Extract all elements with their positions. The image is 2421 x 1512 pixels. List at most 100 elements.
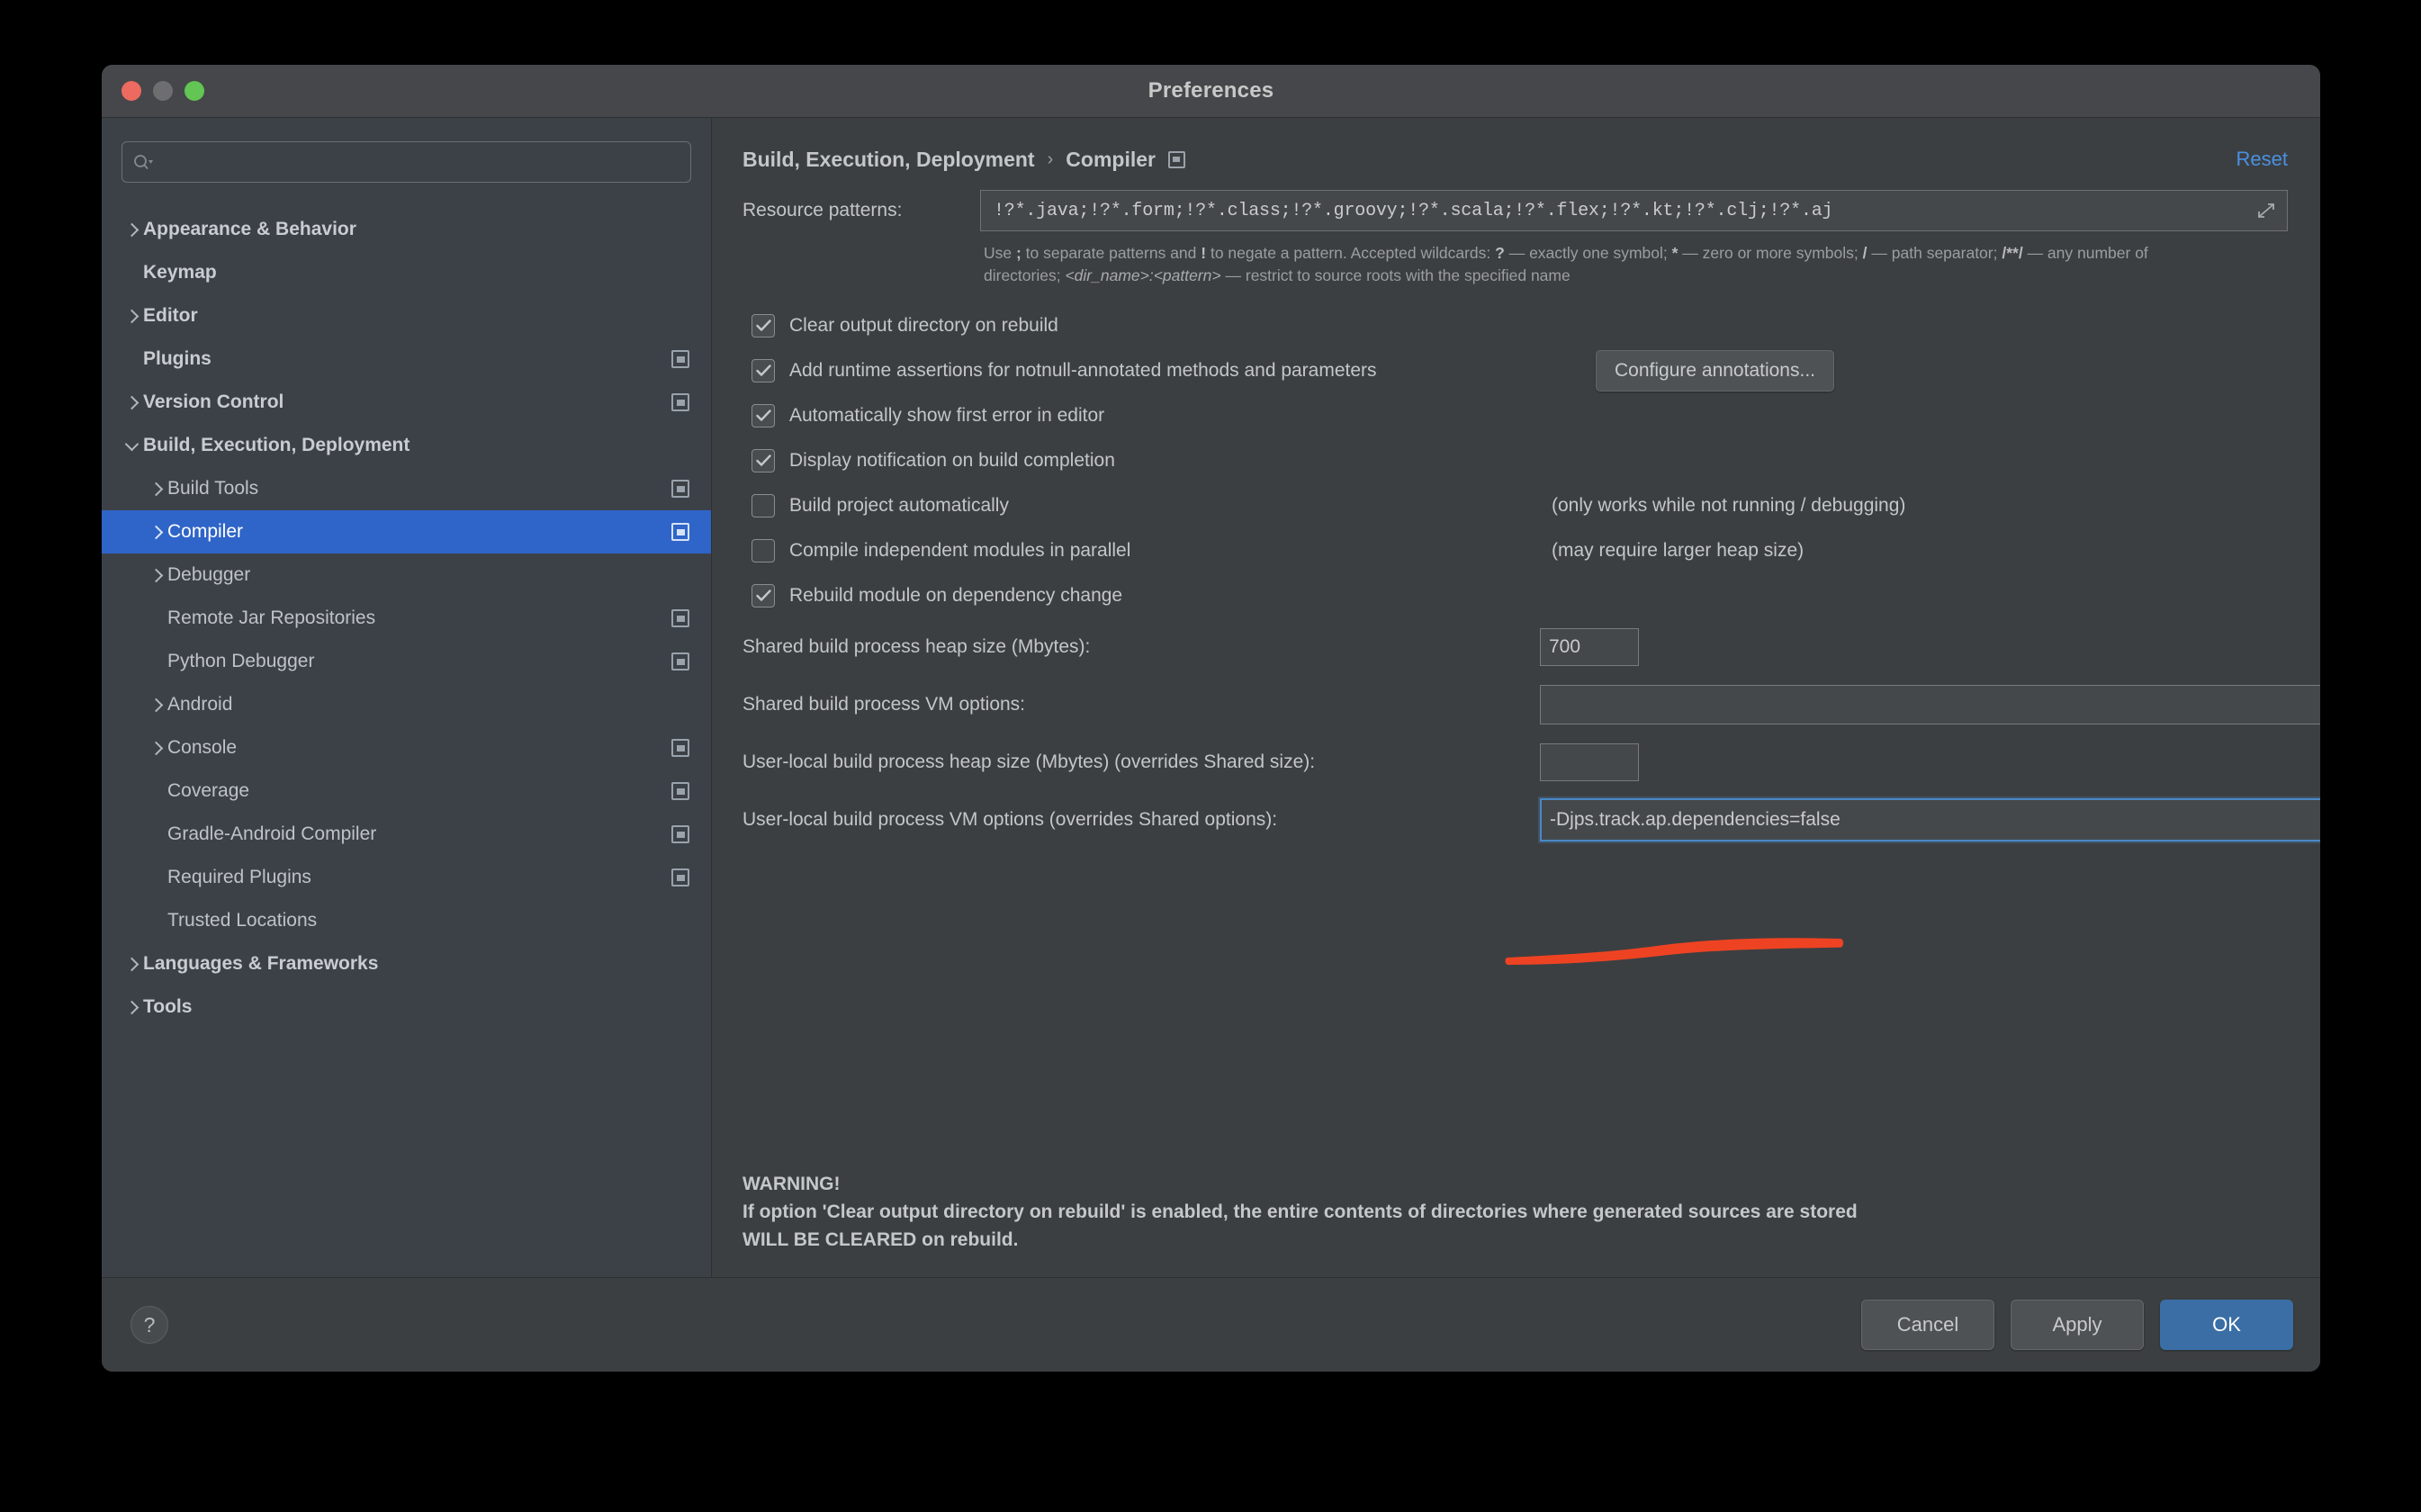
hint-l1-a: Use [984,244,1016,262]
project-settings-icon [671,480,689,498]
checkbox-unchecked-icon[interactable] [752,493,775,518]
checkbox-row-display-notification-on-build[interactable]: Display notification on build completion [752,438,2288,483]
chevron-right-icon[interactable] [120,222,143,237]
sidebar-item-gradle-android-compiler[interactable]: Gradle-Android Compiler [102,813,711,856]
checkbox-label: Build project automatically [789,494,1009,516]
chevron-right-icon[interactable] [120,309,143,323]
sidebar-item-label: Required Plugins [167,867,311,887]
checkbox-note: (only works while not running / debuggin… [1552,494,1906,516]
project-settings-icon [671,868,689,886]
checkbox-row-build-project-automatically[interactable]: Build project automatically (only works w… [752,483,2288,528]
field-input-shared-build-process-vm-options[interactable] [1540,684,2320,724]
checkbox-checked-icon[interactable] [752,313,775,338]
ok-button[interactable]: OK [2160,1300,2293,1350]
sidebar-item-required-plugins[interactable]: Required Plugins [102,856,711,899]
resource-patterns-label: Resource patterns: [742,200,903,220]
help-button[interactable]: ? [130,1306,168,1344]
checkbox-checked-icon[interactable] [752,358,775,382]
checkbox-checked-icon[interactable] [752,448,775,472]
expand-icon[interactable] [2254,201,2278,220]
sidebar-item-keymap[interactable]: Keymap [102,251,711,294]
compiler-value-fields: Shared build process heap size (Mbytes):… [742,618,2320,849]
cancel-button[interactable]: Cancel [1861,1300,1994,1350]
resource-patterns-row: Resource patterns: [742,190,2288,231]
sidebar-item-debugger[interactable]: Debugger [102,554,711,597]
resource-patterns-field[interactable] [980,190,2288,231]
sidebar-item-remote-jar-repositories[interactable]: Remote Jar Repositories [102,597,711,640]
checkbox-checked-icon[interactable] [752,403,775,428]
chevron-down-icon[interactable] [120,436,143,451]
warning-line-3: WILL BE CLEARED on rebuild. [742,1228,1019,1250]
field-input-user-local-build-process-heap[interactable] [1540,742,1639,781]
sidebar-item-build-execution-deployment[interactable]: Build, Execution, Deployment [102,424,711,467]
search-icon [133,154,153,170]
sidebar-item-coverage[interactable]: Coverage [102,770,711,813]
sidebar-item-label: Android [167,694,233,715]
sidebar-item-build-tools[interactable]: Build Tools [102,467,711,510]
sidebar-item-languages-frameworks[interactable]: Languages & Frameworks [102,942,711,986]
project-settings-icon [671,393,689,411]
close-button-icon[interactable] [122,81,141,101]
search-box[interactable] [122,141,691,183]
sidebar-item-label: Build, Execution, Deployment [143,435,410,455]
zoom-button-icon[interactable] [184,81,204,101]
checkbox-row-clear-output-directory-on[interactable]: Clear output directory on rebuild [752,303,2288,348]
resource-patterns-input[interactable] [992,199,2254,222]
sidebar-item-tools[interactable]: Tools [102,986,711,1029]
checkbox-row-rebuild-module-on-dependency[interactable]: Rebuild module on dependency change [752,573,2288,618]
warning-text: WARNING! If option 'Clear output directo… [742,1170,1858,1254]
project-settings-icon [671,350,689,368]
window-titlebar: Preferences [102,65,2320,118]
chevron-right-icon[interactable] [144,698,167,712]
sidebar-item-version-control[interactable]: Version Control [102,381,711,424]
sidebar-item-python-debugger[interactable]: Python Debugger [102,640,711,683]
field-input-user-local-build-process-vm[interactable] [1540,797,2320,842]
checkbox-label: Clear output directory on rebuild [789,314,1058,336]
resource-patterns-hint: Use ; to separate patterns and ! to nega… [984,242,2226,287]
checkbox-row-add-runtime-assertions-for[interactable]: Add runtime assertions for notnull-annot… [752,348,2288,393]
sidebar-item-console[interactable]: Console [102,726,711,770]
settings-sidebar: Appearance & Behavior Keymap Editor Plugins… [102,118,712,1277]
checkbox-label: Rebuild module on dependency change [789,584,1123,606]
hint-question: ? [1495,244,1505,262]
hint-l1-c: to negate a pattern. Accepted wildcards: [1206,244,1496,262]
sidebar-item-label: Editor [143,305,198,326]
sidebar-item-trusted-locations[interactable]: Trusted Locations [102,899,711,942]
chevron-right-icon[interactable] [120,395,143,410]
chevron-right-icon[interactable] [120,957,143,971]
chevron-right-icon[interactable] [144,525,167,539]
project-settings-icon [671,523,689,541]
checkbox-note: (may require larger heap size) [1552,539,1804,561]
sidebar-item-editor[interactable]: Editor [102,294,711,338]
minimize-button-icon[interactable] [153,81,173,101]
red-annotation-underline [1505,938,1843,965]
checkbox-row-compile-independent-modules-in[interactable]: Compile independent modules in parallel (… [752,528,2288,573]
apply-button[interactable]: Apply [2011,1300,2144,1350]
sidebar-item-appearance-behavior[interactable]: Appearance & Behavior [102,208,711,251]
checkbox-unchecked-icon[interactable] [752,538,775,562]
field-label: User-local build process VM options (ove… [742,808,1278,830]
chevron-right-icon[interactable] [144,482,167,496]
checkbox-row-automatically-show-first-error[interactable]: Automatically show first error in editor [752,393,2288,438]
hint-dirname-pattern: <dir_name>:<pattern> [1065,266,1221,284]
sidebar-item-compiler[interactable]: Compiler [102,510,711,554]
sidebar-item-label: Appearance & Behavior [143,219,356,239]
field-row-user-local-build-process-heap: User-local build process heap size (Mbyt… [742,734,2288,791]
chevron-right-icon[interactable] [120,1000,143,1014]
hint-l2-a: separator; [1926,244,2002,262]
sidebar-item-label: Debugger [167,564,251,585]
reset-link[interactable]: Reset [2236,148,2288,171]
search-input[interactable] [153,151,680,173]
sidebar-item-label: Remote Jar Repositories [167,608,376,628]
configure-annotations-button[interactable]: Configure annotations... [1596,349,1834,392]
sidebar-item-plugins[interactable]: Plugins [102,338,711,381]
chevron-right-icon[interactable] [144,741,167,755]
field-row-user-local-build-process-vm: User-local build process VM options (ove… [742,791,2320,849]
chevron-right-icon[interactable] [144,568,167,582]
hint-l1-b: to separate patterns and [1021,244,1202,262]
breadcrumb-separator-icon: › [1047,148,1054,169]
field-input-shared-build-process-heap-size[interactable] [1540,627,1639,666]
sidebar-item-android[interactable]: Android [102,683,711,726]
checkbox-checked-icon[interactable] [752,583,775,608]
breadcrumb-parent[interactable]: Build, Execution, Deployment [742,148,1035,172]
